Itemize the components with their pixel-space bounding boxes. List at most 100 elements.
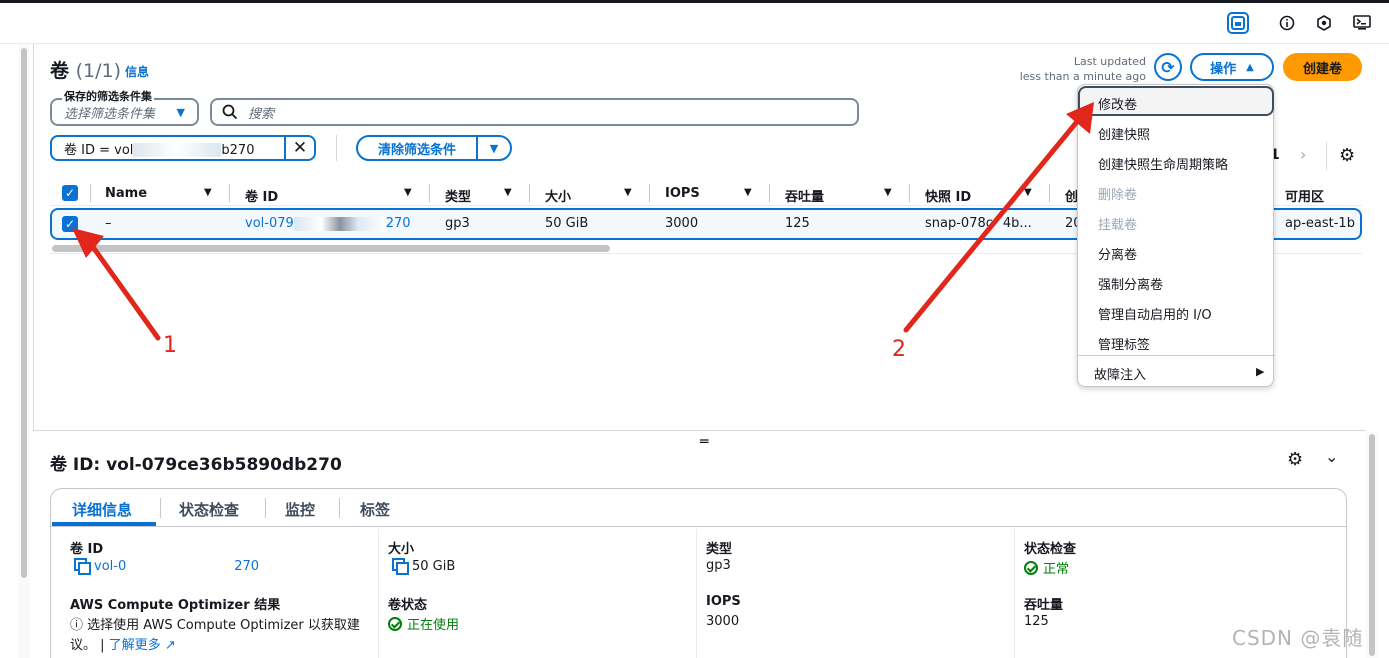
redaction-blur (293, 216, 386, 231)
check-circle-icon (1024, 561, 1038, 575)
table-settings-gear-icon[interactable]: ⚙ (1339, 145, 1355, 166)
field-status-check-value: 正常 (1024, 558, 1069, 577)
panel-toggle-icon[interactable] (1227, 12, 1249, 34)
cell-volume-id[interactable]: vol-079 270 (245, 216, 411, 231)
menu-item-force-detach[interactable]: 强制分离卷 (1098, 274, 1163, 293)
field-optimizer-value-line2: 议。 | 了解更多 ↗ (70, 638, 176, 653)
right-scrollbar[interactable] (1366, 432, 1378, 658)
field-volume-id-value[interactable]: vol-0 270 (74, 558, 259, 575)
caret-up-icon: ▲ (1246, 61, 1254, 73)
copy-icon[interactable] (74, 558, 91, 575)
hexagon-settings-icon[interactable] (1313, 12, 1335, 34)
search-icon (222, 104, 238, 120)
column-header-size[interactable]: 大小 (545, 186, 571, 205)
last-updated: Last updated less than a minute ago (1019, 55, 1146, 83)
chevron-down-icon[interactable]: ⌄ (1325, 447, 1338, 466)
submenu-arrow-icon: ▶ (1256, 365, 1265, 378)
info-circle-icon: ⓘ (70, 618, 84, 633)
field-type-key: 类型 (706, 542, 733, 557)
tabs-rule (51, 526, 1346, 527)
sort-caret-icon[interactable]: ▼ (884, 187, 892, 198)
field-size-key: 大小 (388, 542, 415, 557)
annotation-label-2: 2 (892, 337, 906, 362)
watermark: CSDN @袁随 (1232, 626, 1364, 650)
cell-type: gp3 (445, 216, 470, 231)
top-bar (0, 0, 1389, 44)
menu-item-modify-volume[interactable]: 修改卷 (1098, 94, 1137, 113)
annotation-label-1: 1 (163, 333, 177, 358)
sort-caret-icon[interactable]: ▼ (1024, 187, 1032, 198)
field-status-check-key: 状态检查 (1024, 542, 1077, 557)
learn-more-link[interactable]: 了解更多 (109, 638, 161, 653)
row-checkbox[interactable]: ✓ (62, 216, 78, 232)
menu-item-delete-volume: 删除卷 (1098, 188, 1138, 203)
menu-item-manage-auto-io[interactable]: 管理自动启用的 I/O (1098, 304, 1212, 323)
column-header-type[interactable]: 类型 (445, 186, 471, 205)
cell-snapshot-id[interactable]: snap-078c 4b... (925, 216, 1032, 231)
resize-handle-icon[interactable]: ═ (700, 434, 709, 450)
cell-iops: 3000 (665, 216, 699, 231)
field-optimizer-value: ⓘ 选择使用 AWS Compute Optimizer 以获取建 (70, 618, 360, 633)
menu-item-fault-injection[interactable]: 故障注入 (1094, 364, 1146, 383)
menu-item-manage-tags[interactable]: 管理标签 (1098, 334, 1150, 353)
menu-separator (1078, 355, 1275, 356)
filter-token: 卷 ID = vol b270 ✕ (50, 135, 316, 161)
column-header-name[interactable]: Name (105, 186, 147, 201)
field-state-key: 卷状态 (388, 598, 428, 613)
sort-caret-icon[interactable]: ▼ (204, 187, 212, 198)
cloudshell-icon[interactable] (1351, 12, 1373, 34)
detail-title: 卷 ID: vol-079ce36b5890db270 (50, 455, 342, 475)
field-volume-id-key: 卷 ID (70, 542, 104, 557)
field-type-value: gp3 (706, 558, 731, 573)
search-input[interactable]: 搜索 (210, 98, 859, 126)
caret-down-icon: ▼ (176, 106, 185, 119)
tab-monitoring[interactable]: 监控 (285, 499, 315, 520)
actions-menu: 修改卷 创建快照 创建快照生命周期策略 删除卷 挂载卷 分离卷 强制分离卷 管理… (1077, 84, 1275, 387)
column-header-snapshot-id[interactable]: 快照 ID (925, 186, 971, 205)
filter-divider (336, 135, 337, 161)
tab-details[interactable]: 详细信息 (72, 499, 132, 520)
external-link-icon: ↗ (164, 638, 176, 653)
field-iops-value: 3000 (706, 614, 740, 629)
actions-button[interactable]: 操作 ▲ (1190, 53, 1274, 81)
field-state-value: 正在使用 (388, 614, 459, 633)
details-settings-gear-icon[interactable]: ⚙ (1287, 449, 1303, 470)
sort-caret-icon[interactable]: ▼ (404, 187, 412, 198)
chevron-right-icon[interactable]: › (1300, 145, 1306, 164)
column-header-iops[interactable]: IOPS (665, 186, 700, 201)
redaction-blur (133, 143, 222, 157)
menu-item-create-lifecycle-policy[interactable]: 创建快照生命周期策略 (1098, 154, 1228, 173)
cell-throughput: 125 (785, 216, 810, 231)
remove-token-icon[interactable]: ✕ (284, 137, 314, 159)
column-header-throughput[interactable]: 吞吐量 (785, 186, 824, 205)
sort-caret-icon[interactable]: ▼ (744, 187, 752, 198)
field-optimizer-key: AWS Compute Optimizer 结果 (70, 598, 281, 613)
info-icon[interactable] (1276, 12, 1298, 34)
cell-name: – (105, 216, 112, 231)
pager-divider (1326, 142, 1327, 170)
left-scrollbar[interactable] (18, 44, 30, 658)
refresh-button[interactable]: ⟳ (1154, 53, 1182, 81)
tab-tags[interactable]: 标签 (360, 499, 390, 520)
select-all-checkbox[interactable]: ✓ (62, 185, 78, 201)
column-header-az[interactable]: 可用区 (1285, 186, 1324, 205)
menu-item-detach-volume[interactable]: 分离卷 (1098, 244, 1137, 263)
saved-filter-label: 保存的筛选条件集 (62, 88, 154, 104)
field-iops-key: IOPS (706, 594, 741, 609)
cell-az: ap-east-1b (1285, 216, 1355, 231)
tab-status-checks[interactable]: 状态检查 (179, 499, 239, 520)
create-volume-button[interactable]: 创建卷 (1283, 53, 1362, 81)
column-header-volume-id[interactable]: 卷 ID (245, 186, 278, 205)
sort-caret-icon[interactable]: ▼ (504, 187, 512, 198)
menu-item-create-snapshot[interactable]: 创建快照 (1098, 124, 1150, 143)
info-link[interactable]: 信息 (125, 63, 149, 80)
split-panel-divider (33, 430, 1366, 431)
sort-caret-icon[interactable]: ▼ (624, 187, 632, 198)
field-throughput-key: 吞吐量 (1024, 598, 1064, 613)
copy-icon[interactable] (392, 558, 409, 575)
clear-filters-button[interactable]: 清除筛选条件 ▼ (356, 135, 512, 161)
check-circle-icon (388, 617, 402, 631)
page-title: 卷 (1/1) (50, 60, 122, 82)
caret-down-icon[interactable]: ▼ (476, 137, 510, 159)
field-throughput-value: 125 (1024, 614, 1049, 629)
